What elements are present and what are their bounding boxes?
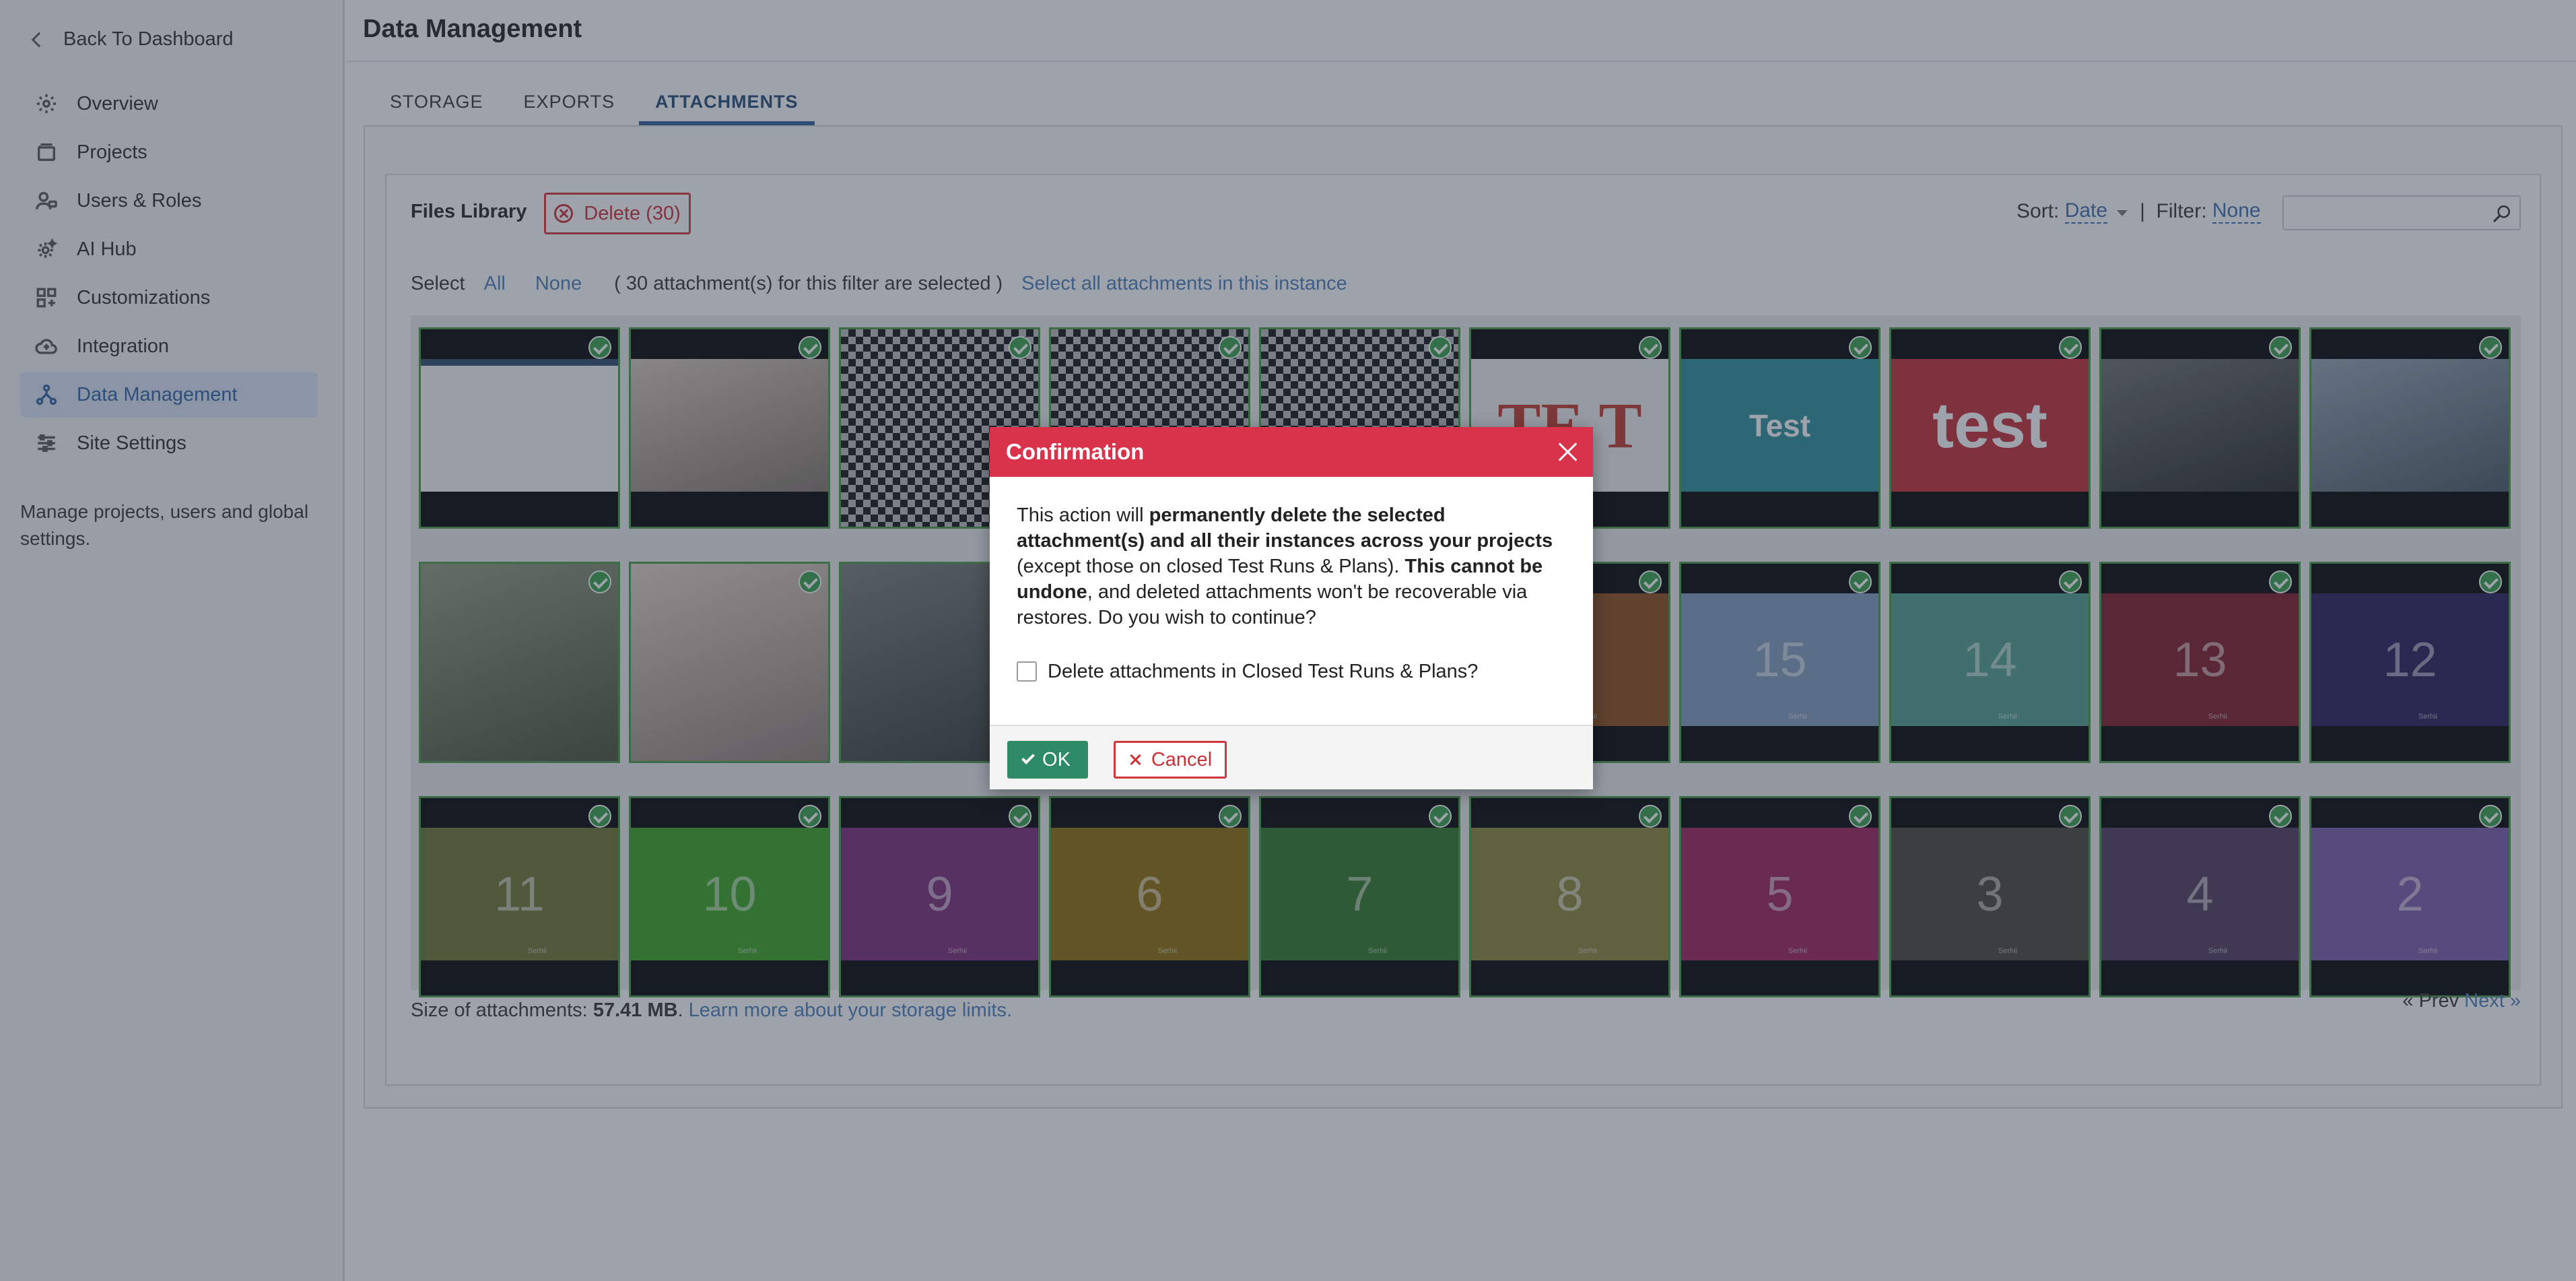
closed-runs-checkbox[interactable] — [1017, 661, 1037, 682]
confirmation-dialog: Confirmation This action will permanentl… — [990, 427, 1593, 789]
dialog-header: Confirmation — [990, 427, 1593, 477]
ok-button[interactable]: OK — [1007, 741, 1088, 779]
message-part: (except those on closed Test Runs & Plan… — [1017, 556, 1405, 577]
dialog-body: This action will permanently delete the … — [990, 477, 1593, 702]
close-icon[interactable] — [1557, 440, 1580, 463]
closed-runs-checkbox-row[interactable]: Delete attachments in Closed Test Runs &… — [1017, 659, 1566, 684]
dialog-message: This action will permanently delete the … — [1017, 502, 1566, 630]
message-part: , and deleted attachments won't be recov… — [1017, 581, 1528, 628]
check-icon — [1021, 751, 1035, 764]
close-icon — [1128, 753, 1142, 766]
ok-label: OK — [1042, 748, 1071, 770]
cancel-label: Cancel — [1151, 748, 1213, 770]
dialog-footer: OK Cancel — [990, 725, 1593, 789]
checkbox-label: Delete attachments in Closed Test Runs &… — [1048, 661, 1479, 682]
dialog-title: Confirmation — [1006, 439, 1145, 464]
message-part: This action will — [1017, 504, 1149, 526]
cancel-button[interactable]: Cancel — [1114, 741, 1227, 779]
